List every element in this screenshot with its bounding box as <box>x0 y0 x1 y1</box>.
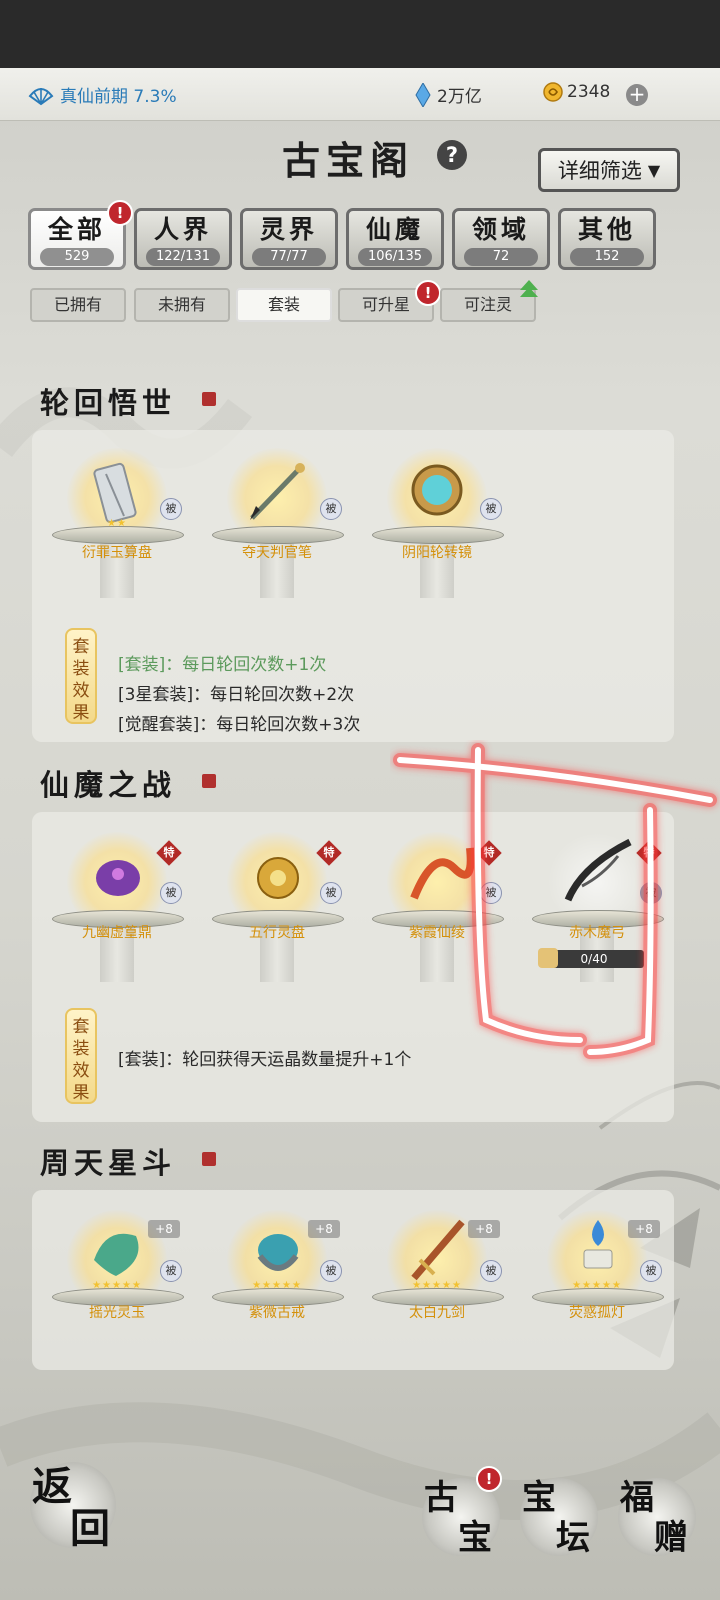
fan-icon <box>28 87 54 105</box>
jade-icon <box>94 1233 139 1276</box>
realm-label: 真仙前期 7.3% <box>60 87 177 107</box>
page-title: 古宝阁 <box>282 138 415 183</box>
item-card[interactable]: 被 夺天判官笔 <box>212 448 344 618</box>
set-effect-line: [套装]：轮回获得天运晶数量提升+1个 <box>118 1050 412 1070</box>
seal-icon <box>202 774 216 788</box>
item-name: 摇光灵玉 <box>89 1305 145 1321</box>
tab-human-realm[interactable]: 人界 122/131 <box>134 208 232 270</box>
tab-count: 77/77 <box>252 248 326 266</box>
passive-tag: 被 <box>320 882 342 904</box>
brush-pen-icon <box>250 463 305 520</box>
tab-count: 122/131 <box>146 248 220 266</box>
help-button[interactable]: ? <box>437 140 467 170</box>
item-name: 阴阳轮转镜 <box>402 545 472 561</box>
coin-counter[interactable]: 2348 <box>543 82 610 102</box>
item-name: 太白九剑 <box>409 1305 465 1321</box>
item-card[interactable]: 被 ★★ 衍罪玉算盘 <box>52 448 184 618</box>
red-annotation-mark <box>393 743 717 1059</box>
filter-label: 详细筛选 <box>557 159 642 183</box>
tab-domain[interactable]: 领域 72 <box>452 208 550 270</box>
set-effect-label: 套装效果 <box>65 1008 97 1104</box>
item-name: 荧惑孤灯 <box>569 1305 625 1321</box>
mirror-icon <box>411 464 463 516</box>
crystal-counter[interactable]: 2万亿 <box>415 82 482 107</box>
crystal-icon <box>415 82 431 107</box>
tab-spirit-realm[interactable]: 灵界 77/77 <box>240 208 338 270</box>
ring-icon <box>257 1234 299 1271</box>
realm-indicator[interactable]: 真仙前期 7.3% <box>28 82 177 107</box>
tab-other[interactable]: 其他 152 <box>558 208 656 270</box>
set-effect-line: [觉醒套装]：每日轮回次数+3次 <box>118 715 361 735</box>
item-card[interactable]: +8 被 ★★★★★ 紫微古戒 <box>212 1210 344 1380</box>
tab-label: 人界 <box>153 215 212 244</box>
enhance-level: +8 <box>308 1220 340 1238</box>
treasure-alert-badge: ! <box>476 1466 502 1492</box>
section-title: 周天星斗 <box>40 1146 177 1180</box>
tab-count: 529 <box>40 248 114 266</box>
chip-set[interactable]: 套装 <box>236 288 332 322</box>
passive-tag: 被 <box>480 1260 502 1282</box>
tab-count: 72 <box>464 248 538 266</box>
item-name: 五行灵盘 <box>249 925 305 941</box>
back-button[interactable]: 返 回 <box>30 1462 116 1552</box>
lamp-icon <box>583 1220 613 1269</box>
chevron-down-icon: ▼ <box>647 160 661 180</box>
set-effect-line: [3星套装]：每日轮回次数+2次 <box>118 685 355 705</box>
tab-label: 其他 <box>577 215 636 244</box>
sword-icon <box>411 1219 465 1281</box>
item-card[interactable]: +8 被 ★★★★★ 摇光灵玉 <box>52 1210 184 1380</box>
item-name: 夺天判官笔 <box>242 545 312 561</box>
enhance-level: +8 <box>468 1220 500 1238</box>
cauldron-icon <box>96 860 140 896</box>
spirit-disc-icon <box>257 857 299 899</box>
section-title: 轮回悟世 <box>40 386 177 420</box>
passive-tag: 被 <box>320 498 342 520</box>
item-name: 九幽虚篁鼎 <box>82 925 152 941</box>
item-card[interactable]: +8 被 ★★★★★ 荧惑孤灯 <box>532 1210 664 1380</box>
seal-icon <box>202 392 216 406</box>
seal-icon <box>202 1152 216 1166</box>
set-effect-label: 套装效果 <box>65 628 97 724</box>
chip-not-owned[interactable]: 未拥有 <box>134 288 230 322</box>
special-tag: 特 <box>316 840 342 866</box>
enhance-level: +8 <box>628 1220 660 1238</box>
chip-upgrade-alert-badge: ! <box>415 280 441 306</box>
passive-tag: 被 <box>160 498 182 520</box>
tab-label: 灵界 <box>259 215 318 244</box>
blessing-gift-button[interactable]: 福 赠 <box>618 1478 696 1558</box>
passive-tag: 被 <box>160 1260 182 1282</box>
add-coin-button[interactable]: + <box>626 84 648 106</box>
tab-label: 仙魔 <box>365 215 424 244</box>
passive-tag: 被 <box>480 498 502 520</box>
item-card[interactable]: 特 被 五行灵盘 <box>212 832 344 1002</box>
tab-all-alert-badge: ! <box>107 200 133 226</box>
chip-owned[interactable]: 已拥有 <box>30 288 126 322</box>
set-effect-line: [套装]：每日轮回次数+1次 <box>118 655 327 675</box>
enhance-level: +8 <box>148 1220 180 1238</box>
treasure-altar-button[interactable]: 宝 坛 <box>520 1478 598 1558</box>
tab-count: 152 <box>570 248 644 266</box>
coin-icon <box>543 82 563 102</box>
section-title: 仙魔之战 <box>40 768 177 802</box>
coin-value: 2348 <box>567 82 611 102</box>
item-card[interactable]: +8 被 ★★★★★ 太白九剑 <box>372 1210 504 1380</box>
item-name: 紫微古戒 <box>249 1305 305 1321</box>
tab-label: 领域 <box>471 215 530 244</box>
tab-count: 106/135 <box>358 248 432 266</box>
item-card[interactable]: 被 阴阳轮转镜 <box>372 448 504 618</box>
item-name: 衍罪玉算盘 <box>82 545 152 561</box>
tab-immortal-demon[interactable]: 仙魔 106/135 <box>346 208 444 270</box>
up-arrow-icon <box>520 287 538 297</box>
crystal-value: 2万亿 <box>437 87 482 107</box>
abacus-icon <box>93 462 137 524</box>
special-tag: 特 <box>156 840 182 866</box>
passive-tag: 被 <box>640 1260 662 1282</box>
item-card[interactable]: 特 被 九幽虚篁鼎 <box>52 832 184 1002</box>
passive-tag: 被 <box>320 1260 342 1282</box>
detailed-filter-button[interactable]: 详细筛选 ▼ <box>538 148 680 192</box>
passive-tag: 被 <box>160 882 182 904</box>
